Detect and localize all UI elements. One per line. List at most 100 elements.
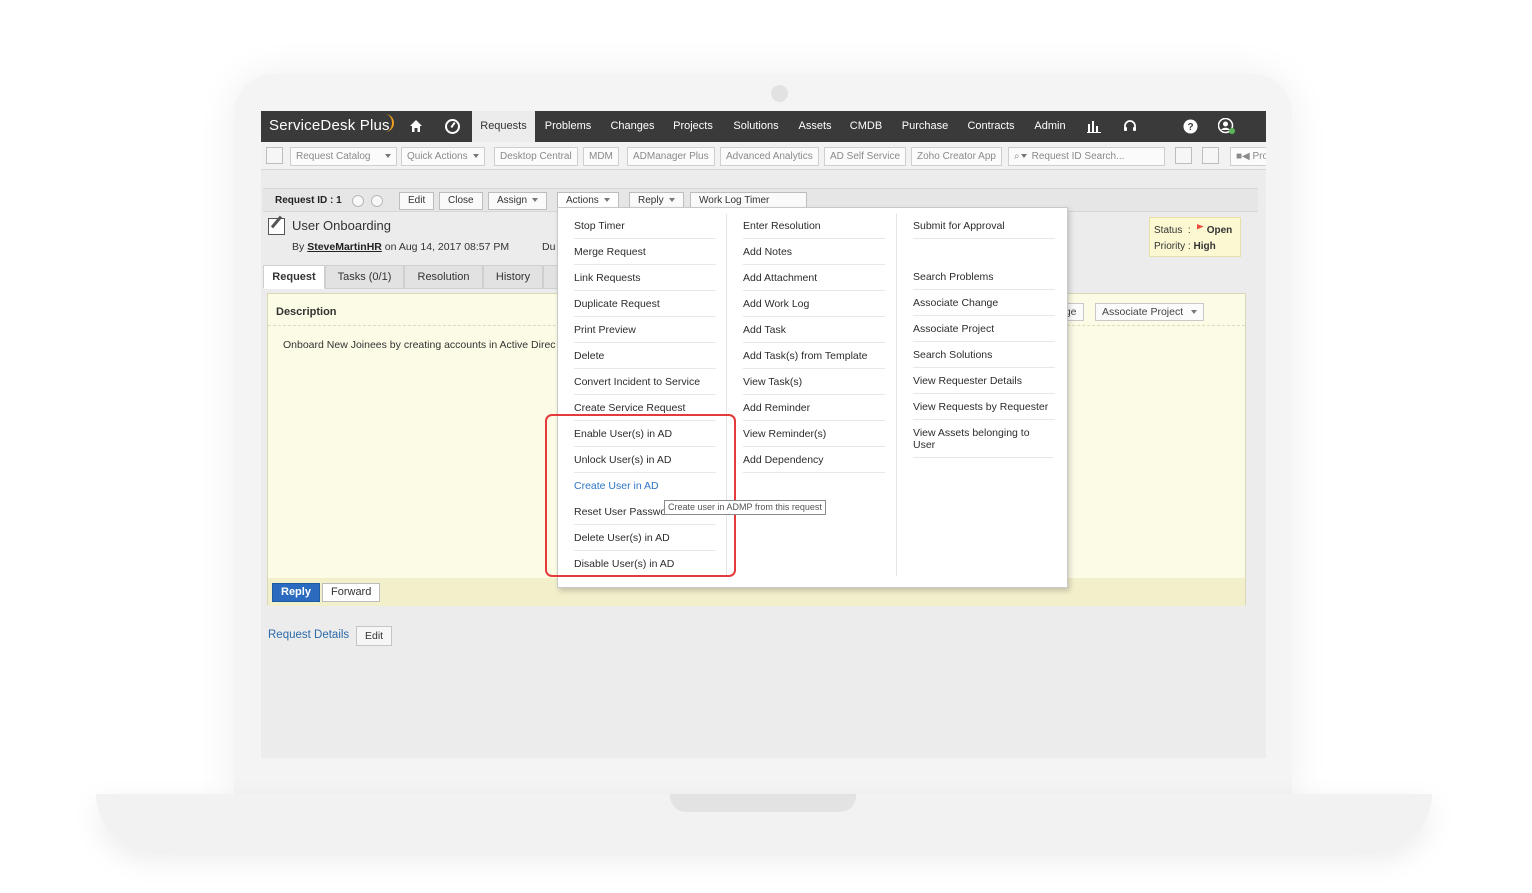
reply-button[interactable]: Reply (272, 583, 320, 602)
top-navigation: ServiceDesk Plus Requests Problems Chang… (261, 111, 1266, 142)
zoho-creator-button[interactable]: Zoho Creator App (911, 147, 1002, 166)
request-catalog-button[interactable]: Request Catalog (290, 147, 397, 166)
by-label: By (292, 241, 305, 253)
reports-icon[interactable] (1087, 119, 1101, 133)
tab-assets[interactable]: Assets (794, 111, 836, 142)
tab-purchase[interactable]: Purchase (898, 111, 952, 142)
tab-changes[interactable]: Changes (605, 111, 660, 142)
menu-associate-change[interactable]: Associate Change (913, 297, 1055, 316)
tab-resolution[interactable]: Resolution (404, 265, 483, 289)
menu-divider (896, 214, 897, 576)
chevron-down-icon (532, 198, 539, 203)
priority-value: High (1193, 241, 1216, 252)
request-id-label: Request ID : 1 (275, 195, 342, 206)
tab-history[interactable]: History (483, 265, 543, 289)
description-text: Onboard New Joinees by creating accounts… (283, 339, 556, 351)
forward-button[interactable]: Forward (322, 583, 381, 602)
app-screen: ServiceDesk Plus Requests Problems Chang… (261, 111, 1266, 758)
stage: ServiceDesk Plus Requests Problems Chang… (0, 0, 1532, 893)
menu-add-notes[interactable]: Add Notes (743, 246, 885, 265)
tab-request[interactable]: Request (263, 265, 325, 289)
menu-add-work-log[interactable]: Add Work Log (743, 298, 885, 317)
desktop-central-button[interactable]: Desktop Central (494, 147, 578, 166)
menu-search-solutions[interactable]: Search Solutions (913, 349, 1055, 368)
menu-stop-timer[interactable]: Stop Timer (574, 220, 716, 239)
menu-print-preview[interactable]: Print Preview (574, 324, 716, 343)
quick-actions-button[interactable]: Quick Actions (401, 147, 485, 166)
menu-enter-resolution[interactable]: Enter Resolution (743, 220, 885, 239)
menu-submit-approval[interactable]: Submit for Approval (913, 220, 1055, 239)
request-catalog-label: Request Catalog (296, 151, 371, 162)
mdm-button[interactable]: MDM (583, 147, 619, 166)
tab-cmdb[interactable]: CMDB (847, 111, 885, 142)
menu-view-tasks[interactable]: View Task(s) (743, 376, 885, 395)
menu-add-attachment[interactable]: Add Attachment (743, 272, 885, 291)
headset-icon[interactable] (1123, 119, 1137, 133)
dashboard-icon[interactable] (445, 119, 460, 134)
reply-menu-label: Reply (638, 195, 664, 206)
request-details-edit-button[interactable]: Edit (356, 626, 393, 646)
menu-delete[interactable]: Delete (574, 350, 716, 369)
search-icon: ⌕ (1014, 151, 1020, 162)
tab-admin[interactable]: Admin (1031, 111, 1069, 142)
request-title: User Onboarding (292, 218, 391, 233)
author-link[interactable]: SteveMartinHR (307, 241, 382, 253)
advanced-analytics-button[interactable]: Advanced Analytics (720, 147, 819, 166)
tab-problems[interactable]: Problems (539, 111, 597, 142)
associate-project-button[interactable]: Associate Project (1095, 303, 1205, 321)
pro-button[interactable]: ■◀ Pro (1230, 147, 1266, 166)
request-id-search-input[interactable]: ⌕ Request ID Search... (1008, 147, 1165, 166)
help-icon[interactable]: ? (1183, 119, 1198, 134)
quick-actions-label: Quick Actions (407, 151, 468, 162)
menu-add-reminder[interactable]: Add Reminder (743, 402, 885, 421)
tab-requests[interactable]: Requests (472, 111, 535, 142)
tab-tasks[interactable]: Tasks (0/1) (325, 265, 404, 289)
status-value: Open (1206, 225, 1233, 236)
menu-search-problems[interactable]: Search Problems (913, 271, 1055, 290)
menu-view-assets-user[interactable]: View Assets belonging to User (913, 427, 1053, 458)
description-label: Description (276, 306, 337, 318)
previous-request-icon[interactable] (352, 195, 364, 207)
menu-associate-project[interactable]: Associate Project (913, 323, 1055, 342)
menu-convert-incident[interactable]: Convert Incident to Service (574, 376, 716, 395)
notification-bell-icon[interactable] (1202, 147, 1219, 164)
assign-button[interactable]: Assign (488, 192, 548, 210)
chevron-down-icon (603, 198, 610, 203)
status-box: Status : Open Priority : High (1149, 217, 1241, 257)
menu-duplicate-request[interactable]: Duplicate Request (574, 298, 716, 317)
associate-project-label: Associate Project (1102, 306, 1184, 318)
video-icon: ■◀ (1236, 151, 1250, 162)
menu-merge-request[interactable]: Merge Request (574, 246, 716, 265)
chevron-down-icon (1191, 310, 1198, 315)
admanager-button[interactable]: ADManager Plus (627, 147, 715, 166)
menu-view-requester-details[interactable]: View Requester Details (913, 375, 1055, 394)
menu-view-reminders[interactable]: View Reminder(s) (743, 428, 885, 447)
chevron-down-icon (472, 154, 479, 159)
new-request-icon[interactable] (266, 147, 283, 164)
flag-icon (1196, 224, 1204, 230)
request-byline: By SteveMartinHR on Aug 14, 2017 08:57 P… (292, 241, 509, 253)
tab-solutions[interactable]: Solutions (727, 111, 785, 142)
close-button[interactable]: Close (439, 192, 483, 210)
create-user-tooltip: Create user in ADMP from this request (664, 500, 826, 515)
tab-projects[interactable]: Projects (668, 111, 718, 142)
menu-add-task[interactable]: Add Task (743, 324, 885, 343)
logo-arc-icon (382, 114, 394, 132)
app-logo[interactable]: ServiceDesk Plus (269, 117, 390, 134)
next-request-icon[interactable] (371, 195, 383, 207)
menu-add-tasks-template[interactable]: Add Task(s) from Template (743, 350, 885, 369)
menu-add-dependency[interactable]: Add Dependency (743, 454, 885, 473)
edit-button[interactable]: Edit (399, 192, 435, 210)
tab-contracts[interactable]: Contracts (963, 111, 1019, 142)
priority-label: Priority (1154, 241, 1186, 252)
actions-label: Actions (566, 195, 599, 206)
ad-self-service-button[interactable]: AD Self Service (824, 147, 907, 166)
user-profile-icon[interactable] (1218, 118, 1236, 135)
chevron-down-icon (384, 154, 391, 159)
request-details-heading[interactable]: Request Details (268, 629, 349, 641)
menu-link-requests[interactable]: Link Requests (574, 272, 716, 291)
status-label: Status (1154, 225, 1183, 236)
menu-view-requests-by-requester[interactable]: View Requests by Requester (913, 401, 1055, 420)
home-icon[interactable] (409, 119, 423, 133)
history-icon[interactable] (1175, 147, 1192, 164)
